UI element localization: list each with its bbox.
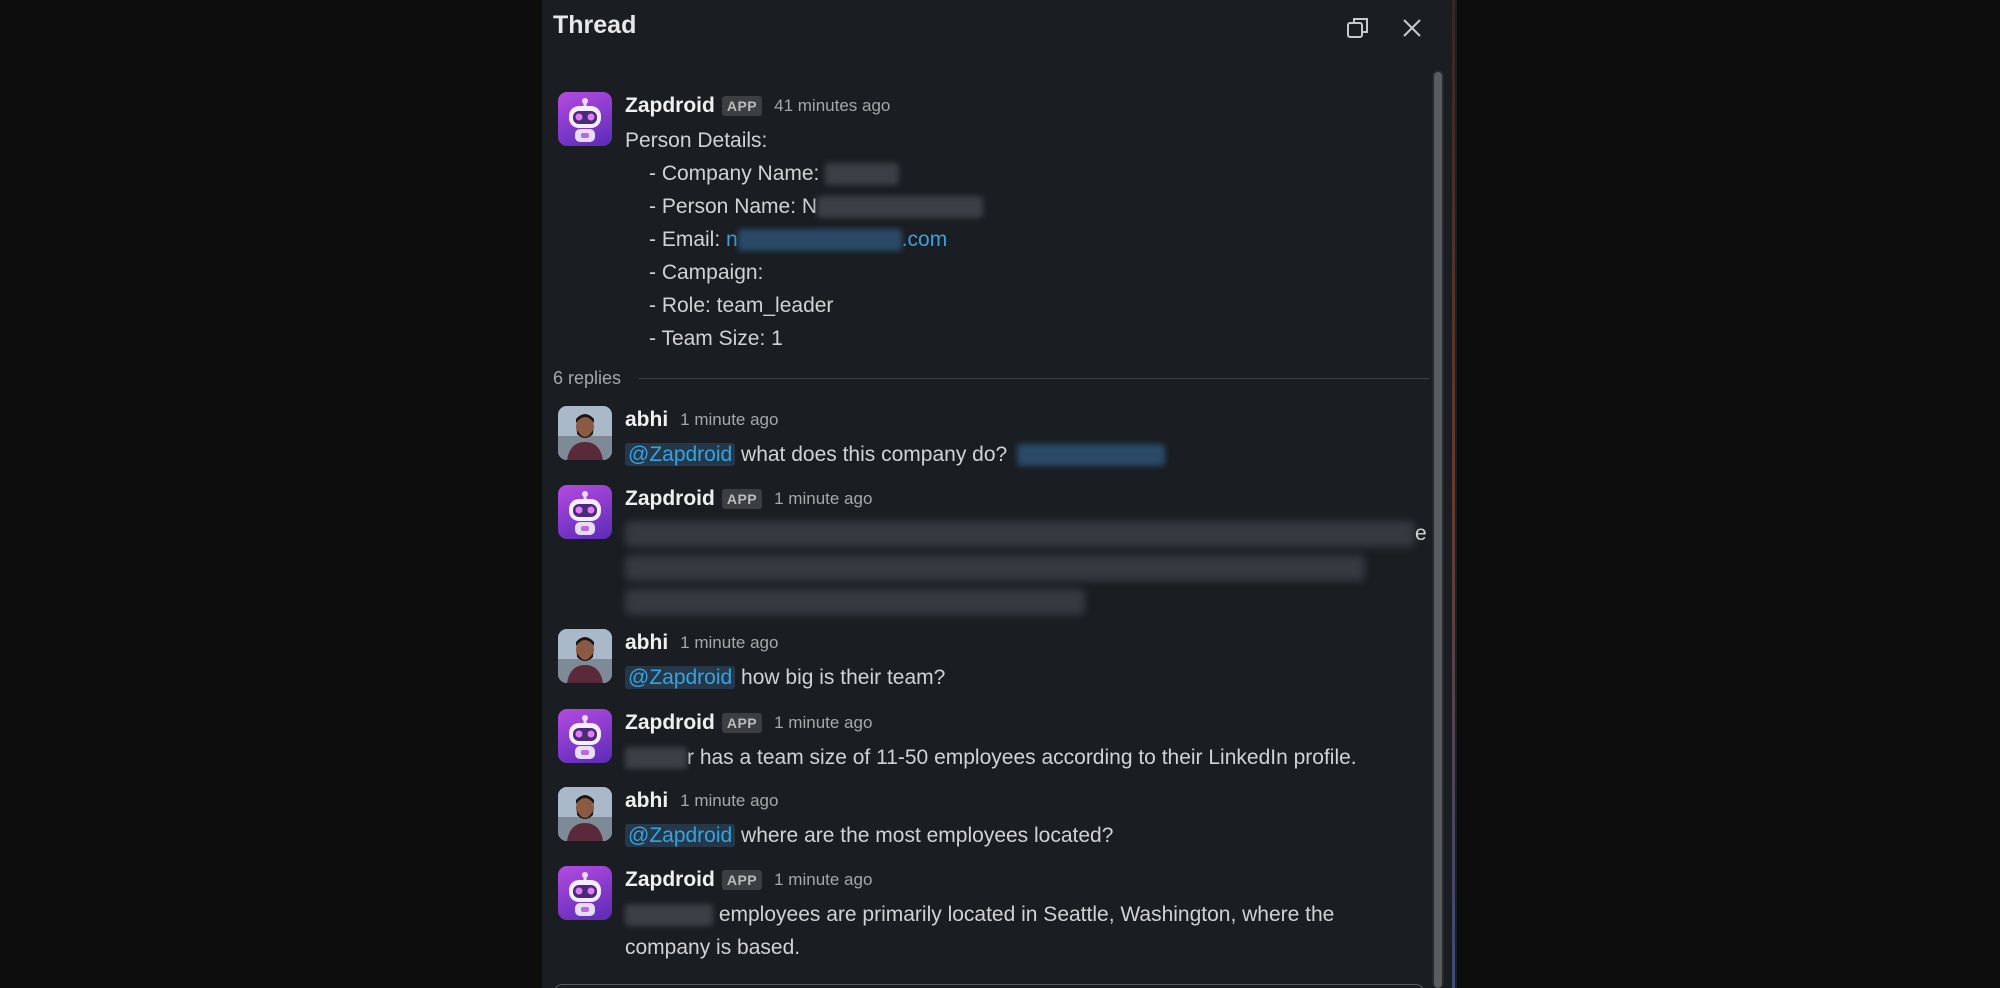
message-header: Zapdroid APP 41 minutes ago	[625, 92, 890, 120]
timestamp[interactable]: 1 minute ago	[680, 633, 778, 653]
timestamp[interactable]: 1 minute ago	[774, 870, 872, 890]
divider-line	[639, 377, 1429, 379]
message-body: @Zapdroid what does this company do?	[625, 438, 1425, 471]
reply-message: abhi 1 minute ago @Zapdroid how big is t…	[558, 629, 1418, 695]
message-body: employees are primarily located in Seatt…	[625, 898, 1425, 964]
popout-button[interactable]	[1340, 10, 1376, 46]
robot-icon	[569, 98, 601, 142]
author-name[interactable]: Zapdroid	[625, 711, 715, 735]
message-header: Zapdroid APP 1 minute ago	[625, 709, 872, 737]
reply-message: Zapdroid APP 1 minute ago r has a team s…	[558, 709, 1418, 775]
timestamp[interactable]: 1 minute ago	[680, 791, 778, 811]
thread-header: Thread	[542, 0, 1452, 56]
mention-zapdroid[interactable]: @Zapdroid	[625, 443, 736, 466]
mention-zapdroid[interactable]: @Zapdroid	[625, 824, 736, 847]
message-body: e	[625, 517, 1427, 617]
message-header: abhi 1 minute ago	[625, 406, 778, 434]
detail-person: - Person Name: N	[625, 190, 1425, 223]
app-badge: APP	[721, 489, 763, 509]
author-name[interactable]: Zapdroid	[625, 94, 715, 118]
reply-message: Zapdroid APP 1 minute ago e	[558, 485, 1427, 615]
timestamp[interactable]: 1 minute ago	[680, 410, 778, 430]
timestamp[interactable]: 1 minute ago	[774, 489, 872, 509]
detail-role: - Role: team_leader	[649, 294, 834, 317]
app-badge: APP	[721, 870, 763, 890]
message-body: @Zapdroid how big is their team?	[625, 661, 1425, 694]
redacted-text	[737, 229, 902, 252]
visible-text-fragment: e	[1415, 522, 1427, 545]
mention-zapdroid[interactable]: @Zapdroid	[625, 666, 736, 689]
person-icon	[558, 629, 612, 683]
zapdroid-avatar[interactable]	[558, 709, 612, 763]
popout-icon	[1347, 18, 1368, 38]
message-body: Person Details: - Company Name: - Person…	[625, 124, 1425, 355]
reply-message: abhi 1 minute ago @Zapdroid where are th…	[558, 787, 1418, 853]
zapdroid-avatar[interactable]	[558, 485, 612, 539]
replies-divider: 6 replies	[553, 365, 1429, 391]
close-icon	[1403, 19, 1421, 37]
redacted-text	[625, 589, 1085, 615]
reply-message: Zapdroid APP 1 minute ago employees are …	[558, 866, 1418, 966]
close-thread-button[interactable]	[1394, 10, 1430, 46]
redacted-text	[625, 555, 1365, 581]
thread-panel: Thread Zapdroid APP 41 minutes ago Perso…	[542, 0, 1457, 988]
person-icon	[558, 787, 612, 841]
robot-icon	[569, 491, 601, 535]
detail-campaign: - Campaign:	[649, 261, 764, 284]
window-edge	[1452, 0, 1455, 988]
body-line: company is based.	[625, 936, 801, 959]
message-body: r has a team size of 11-50 employees acc…	[625, 741, 1425, 774]
author-name[interactable]: Zapdroid	[625, 868, 715, 892]
email-link[interactable]: n .com	[726, 228, 947, 252]
robot-icon	[569, 715, 601, 759]
redacted-text	[625, 904, 713, 927]
redacted-text	[817, 196, 984, 219]
redacted-text	[625, 521, 1415, 547]
timestamp[interactable]: 1 minute ago	[774, 713, 872, 733]
detail-company: - Company Name:	[625, 157, 1425, 190]
abhi-avatar[interactable]	[558, 406, 612, 460]
detail-email: - Email: n .com	[649, 228, 948, 252]
body-line: employees are primarily located in Seatt…	[625, 898, 1425, 931]
author-name[interactable]: abhi	[625, 631, 668, 655]
zapdroid-avatar[interactable]	[558, 866, 612, 920]
message-header: abhi 1 minute ago	[625, 787, 778, 815]
scrollbar-thumb[interactable]	[1434, 72, 1442, 988]
app-badge: APP	[721, 96, 763, 116]
author-name[interactable]: Zapdroid	[625, 487, 715, 511]
message-body: @Zapdroid where are the most employees l…	[625, 819, 1425, 852]
redacted-text	[625, 747, 687, 770]
message-header: Zapdroid APP 1 minute ago	[625, 866, 872, 894]
message-header: Zapdroid APP 1 minute ago	[625, 485, 872, 513]
parent-message: Zapdroid APP 41 minutes ago Person Detai…	[558, 92, 1418, 352]
thread-title: Thread	[553, 11, 637, 39]
author-name[interactable]: abhi	[625, 789, 668, 813]
reply-composer[interactable]	[554, 984, 1424, 988]
timestamp[interactable]: 41 minutes ago	[774, 96, 890, 116]
reply-message: abhi 1 minute ago @Zapdroid what does th…	[558, 406, 1418, 472]
redacted-link[interactable]	[1017, 444, 1166, 467]
message-header: abhi 1 minute ago	[625, 629, 778, 657]
detail-team-size: - Team Size: 1	[649, 327, 783, 350]
abhi-avatar[interactable]	[558, 787, 612, 841]
person-icon	[558, 406, 612, 460]
author-name[interactable]: abhi	[625, 408, 668, 432]
redacted-text	[825, 163, 900, 186]
abhi-avatar[interactable]	[558, 629, 612, 683]
details-heading: Person Details:	[625, 129, 768, 152]
app-badge: APP	[721, 713, 763, 733]
robot-icon	[569, 872, 601, 916]
replies-count: 6 replies	[553, 367, 622, 388]
zapdroid-avatar[interactable]	[558, 92, 612, 146]
